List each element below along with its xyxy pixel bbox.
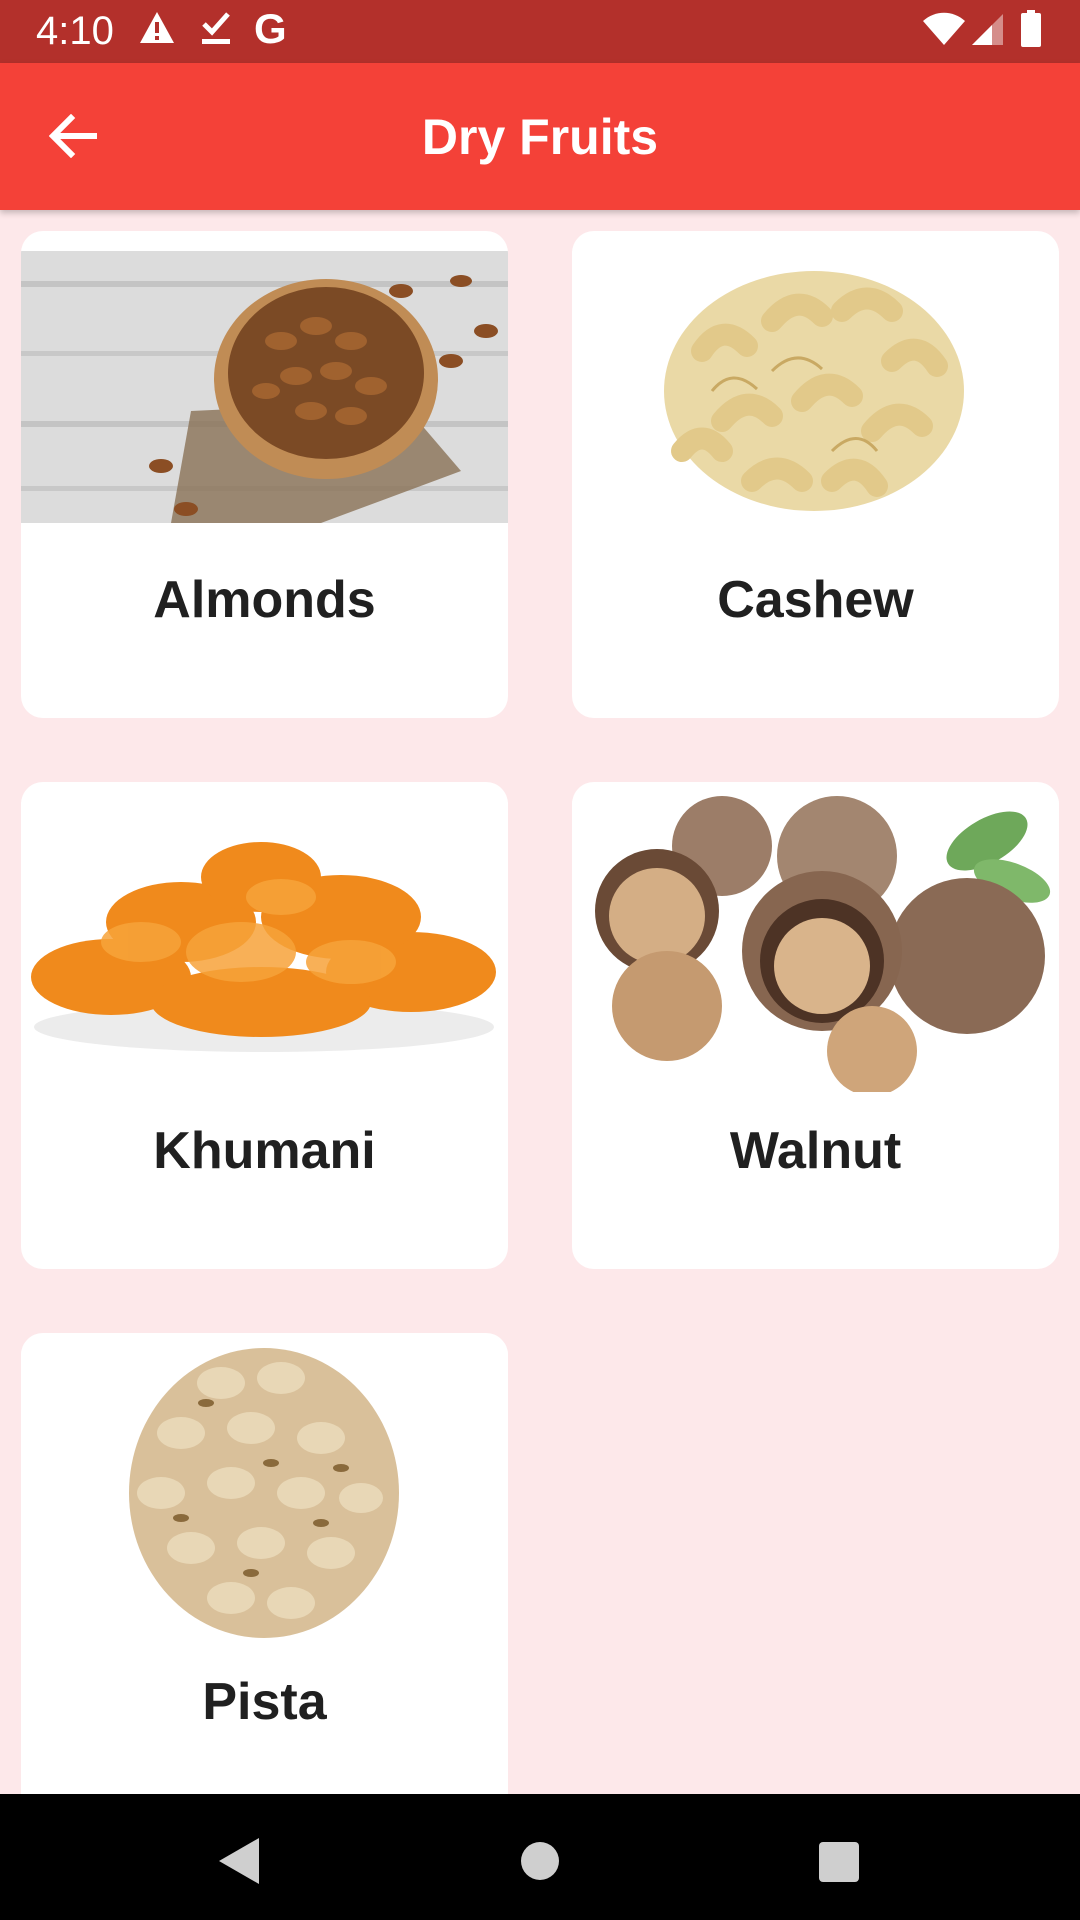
status-time: 4:10 xyxy=(36,9,114,53)
item-card-walnut[interactable]: Walnut xyxy=(572,782,1059,1269)
item-label: Walnut xyxy=(729,1122,902,1180)
apricot-photo xyxy=(21,802,508,1074)
item-label: Khumani xyxy=(153,1122,376,1180)
walnut-photo xyxy=(572,796,1059,1092)
battery-icon xyxy=(1021,10,1041,47)
item-card-khumani[interactable]: Khumani xyxy=(21,782,508,1269)
back-triangle-icon[interactable] xyxy=(204,1826,274,1896)
almonds-photo xyxy=(21,251,508,523)
app-bar: Dry Fruits xyxy=(0,63,1080,210)
navigation-bar xyxy=(0,1794,1080,1920)
item-card-cashew[interactable]: Cashew xyxy=(572,231,1059,718)
recents-square-icon[interactable] xyxy=(803,1826,873,1896)
item-label: Almonds xyxy=(153,571,376,629)
page-title: Dry Fruits xyxy=(421,109,659,165)
download-done-icon xyxy=(202,12,230,44)
item-card-almonds[interactable]: Almonds xyxy=(21,231,508,718)
status-bar: 4:10 G xyxy=(0,0,1080,63)
home-circle-icon[interactable] xyxy=(505,1826,575,1896)
warning-icon xyxy=(140,12,174,43)
signal-icon xyxy=(972,14,1003,45)
cashew-photo xyxy=(572,251,1059,523)
item-label: Pista xyxy=(202,1673,327,1731)
pistachio-photo xyxy=(21,1343,508,1643)
item-card-pista[interactable]: Pista xyxy=(21,1333,508,1833)
item-label: Cashew xyxy=(717,571,914,629)
wifi-icon xyxy=(923,12,965,45)
google-g-icon: G xyxy=(254,5,287,52)
